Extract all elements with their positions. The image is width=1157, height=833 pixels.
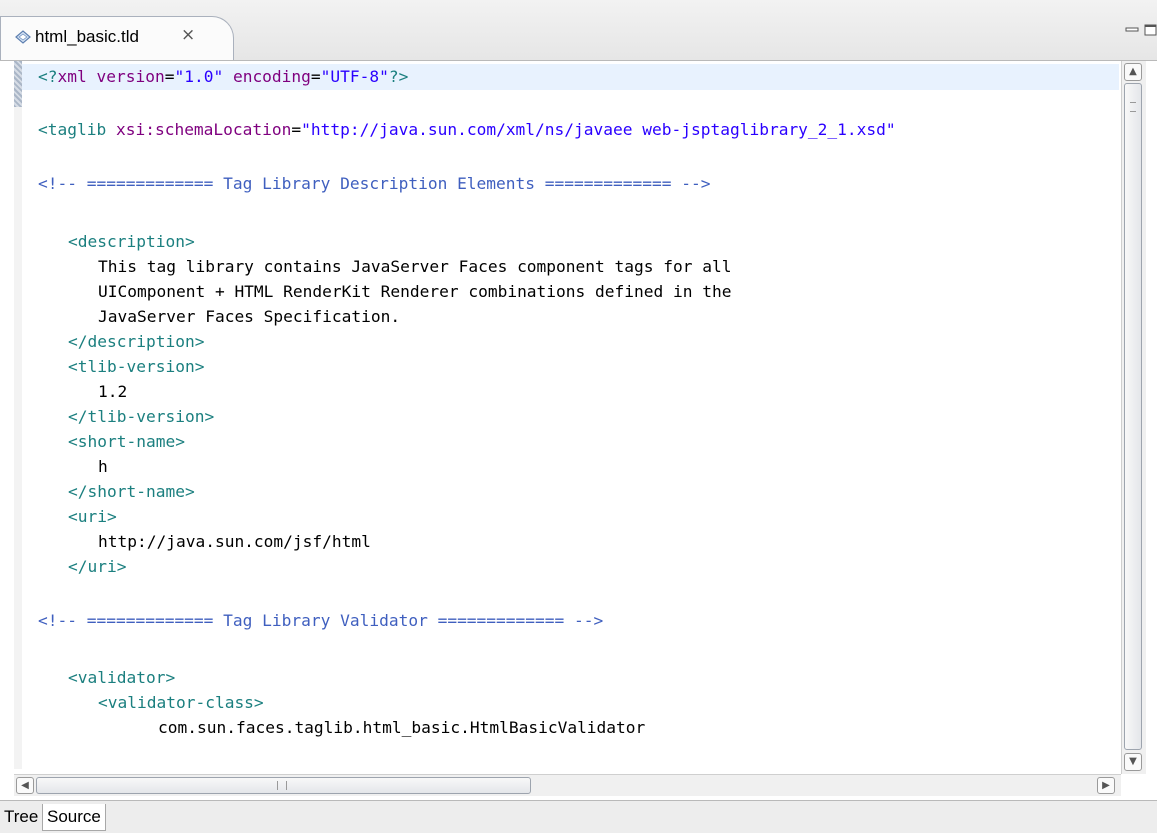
scroll-up-button[interactable]: ▲ <box>1124 63 1142 81</box>
grip-icon <box>1130 102 1136 112</box>
code-area[interactable]: <?xml version="1.0" encoding="UTF-8"?> <… <box>0 61 1119 769</box>
code-line-text: http://java.sun.com/jsf/html <box>98 532 371 551</box>
code-line-tag: <validator-class> <box>98 693 264 712</box>
code-line-tag: <uri> <box>68 507 117 526</box>
arrow-up-icon: ▲ <box>1129 66 1137 77</box>
source-editor[interactable]: <?xml version="1.0" encoding="UTF-8"?> <… <box>0 61 1157 769</box>
horizontal-scroll-thumb[interactable] <box>36 777 531 794</box>
code-line-comment: <!-- ============= Tag Library Descripti… <box>38 174 711 193</box>
code-line-text: JavaServer Faces Specification. <box>98 307 401 326</box>
minimize-icon[interactable] <box>1125 24 1140 36</box>
xml-file-icon <box>15 30 31 44</box>
tab-title: html_basic.tld <box>35 27 139 46</box>
vertical-scroll-thumb[interactable] <box>1124 83 1142 750</box>
code-line-comment: <!-- ============= Tag Library Validator… <box>38 611 604 630</box>
close-icon[interactable]: ⨯ <box>181 25 195 45</box>
code-line-tag: <description> <box>68 232 195 251</box>
code-line-1: <?xml version="1.0" encoding="UTF-8"?> <box>38 67 409 86</box>
vertical-scrollbar[interactable]: ▲ ▼ <box>1121 61 1146 774</box>
arrow-down-icon: ▼ <box>1129 756 1137 767</box>
code-line-tag: <validator> <box>68 668 176 687</box>
code-line-tag: </description> <box>68 332 205 351</box>
scroll-right-button[interactable]: ▶ <box>1097 777 1115 794</box>
code-line-tag: </uri> <box>68 557 127 576</box>
code-line-text: 1.2 <box>98 382 128 401</box>
code-line-tag: </tlib-version> <box>68 407 215 426</box>
code-line-tag: </short-name> <box>68 482 195 501</box>
arrow-left-icon: ◀ <box>21 780 29 791</box>
editor-tab-bar: html_basic.tld ⨯ <box>0 0 1157 61</box>
grip-icon <box>277 781 287 790</box>
maximize-icon[interactable] <box>1144 24 1157 36</box>
code-line-text: UIComponent + HTML RenderKit Renderer co… <box>98 282 732 301</box>
code-line-tag: <tlib-version> <box>68 357 205 376</box>
code-line-tag: <short-name> <box>68 432 185 451</box>
scroll-down-button[interactable]: ▼ <box>1124 753 1142 771</box>
tab-html-basic-tld[interactable]: html_basic.tld ⨯ <box>0 16 234 60</box>
tab-source[interactable]: Source <box>42 804 106 831</box>
code-line-text: com.sun.faces.taglib.html_basic.HtmlBasi… <box>158 718 646 737</box>
code-line-taglib: <taglib xsi:schemaLocation="http://java.… <box>38 120 896 139</box>
tab-tree[interactable]: Tree <box>0 804 42 830</box>
scroll-left-button[interactable]: ◀ <box>16 777 34 794</box>
editor-page-tabs: Tree Source <box>0 800 1157 833</box>
code-line-text: This tag library contains JavaServer Fac… <box>98 257 732 276</box>
arrow-right-icon: ▶ <box>1102 780 1110 791</box>
code-line-text: h <box>98 457 108 476</box>
horizontal-scrollbar[interactable]: ◀ ▶ <box>14 774 1121 796</box>
